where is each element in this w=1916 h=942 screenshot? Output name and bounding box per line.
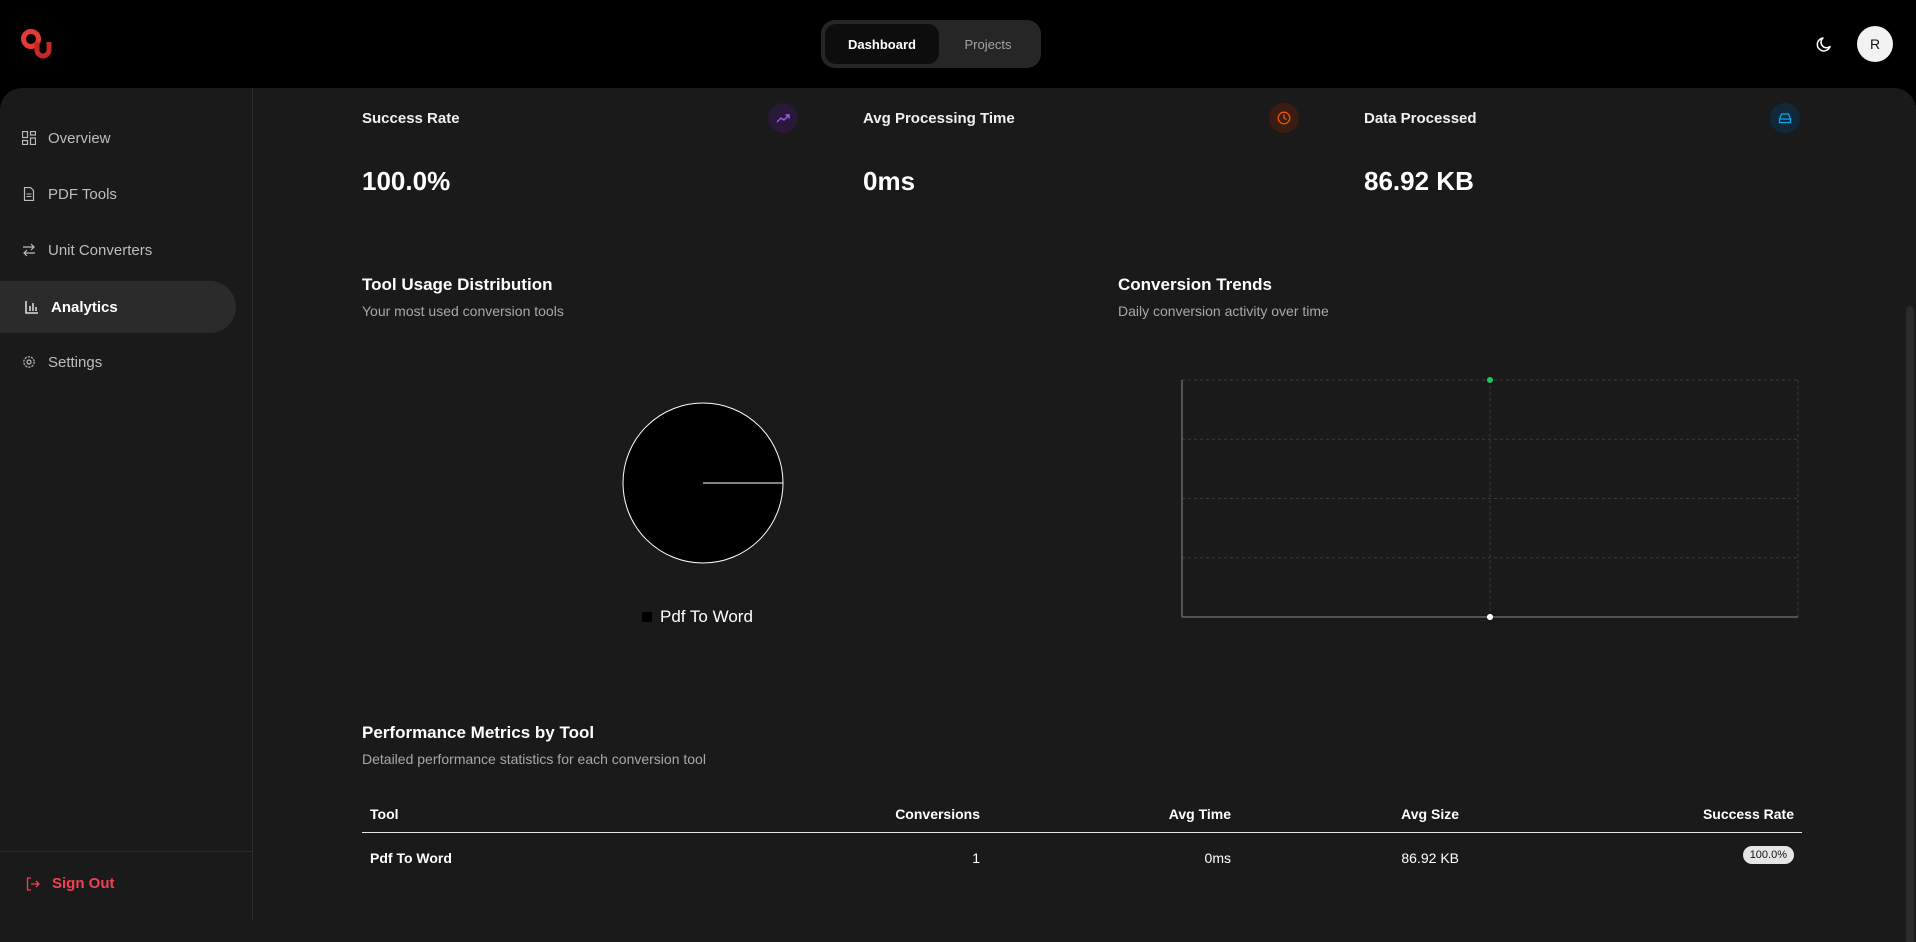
cell-avg-time: 0ms (1204, 850, 1231, 866)
conversion-trends-chart: 00.250.50.751Dec 31FailedSuccessfulTotal (1149, 372, 1799, 638)
cell-tool: Pdf To Word (370, 850, 452, 866)
performance-subtitle: Detailed performance statistics for each… (362, 751, 706, 767)
sidebar-item-overview[interactable]: Overview (0, 112, 236, 164)
stat-value-avg-processing-time: 0ms (863, 166, 916, 196)
table-header-divider (362, 832, 1802, 833)
cell-avg-size: 86.92 KB (1401, 850, 1459, 866)
stat-label-data-processed: Data Processed (1364, 110, 1477, 127)
trends-subtitle: Daily conversion activity over time (1118, 303, 1329, 319)
sidebar-item-label: Overview (48, 129, 111, 147)
column-header-tool[interactable]: Tool (370, 806, 399, 822)
data-point (1487, 614, 1493, 620)
tab-dashboard[interactable]: Dashboard (825, 24, 939, 64)
stat-label-success-rate: Success Rate (362, 110, 460, 127)
sidebar-item-settings[interactable]: Settings (0, 336, 236, 388)
stat-label-avg-processing-time: Avg Processing Time (863, 110, 1015, 127)
avatar[interactable]: R (1857, 26, 1893, 62)
grid-icon (22, 131, 36, 145)
hard-drive-icon (1770, 103, 1800, 133)
gear-icon (23, 356, 35, 368)
performance-title: Performance Metrics by Tool (362, 723, 595, 742)
sidebar-item-label: Settings (48, 353, 103, 371)
top-bar: Dashboard Projects R (0, 0, 1916, 88)
y-tick-label: 0.75 (1149, 431, 1176, 447)
y-tick-label: 0 (1168, 609, 1176, 625)
log-out-icon (26, 876, 40, 891)
column-header-avg-time[interactable]: Avg Time (1169, 806, 1231, 822)
arrows-icon (23, 243, 35, 257)
moon-icon[interactable] (1815, 34, 1835, 54)
sign-out-label: Sign Out (52, 875, 115, 892)
clock-icon (1269, 103, 1299, 133)
sidebar-divider (0, 851, 253, 852)
tool-usage-pie-chart: Pdf To Word 100% Pdf To Word (479, 402, 784, 626)
main-shell: Overview PDF Tools Unit Converters Analy… (0, 88, 1916, 942)
sidebar-item-label: Unit Converters (48, 241, 153, 259)
sign-out-button[interactable]: Sign Out (26, 875, 115, 892)
sidebar-item-label: Analytics (51, 298, 118, 316)
sidebar-item-label: PDF Tools (48, 185, 117, 203)
bar-chart-icon (25, 301, 38, 314)
y-tick-label: 1 (1168, 372, 1176, 388)
tab-projects[interactable]: Projects (939, 24, 1037, 64)
trends-title: Conversion Trends (1118, 275, 1272, 294)
success-rate-badge: 100.0% (1742, 846, 1794, 864)
legend-label: Pdf To Word (660, 607, 753, 626)
app-logo[interactable] (20, 28, 54, 60)
y-tick-label: 0.25 (1149, 550, 1176, 566)
y-tick-label: 0.5 (1157, 491, 1177, 507)
tool-usage-subtitle: Your most used conversion tools (362, 303, 564, 319)
sidebar-item-pdf-tools[interactable]: PDF Tools (0, 168, 236, 220)
stat-value-data-processed: 86.92 KB (1364, 166, 1474, 196)
legend-swatch (642, 612, 652, 622)
sidebar-item-unit-converters[interactable]: Unit Converters (0, 224, 236, 276)
column-header-conversions[interactable]: Conversions (895, 806, 980, 822)
data-point (1487, 377, 1493, 383)
scrollbar[interactable] (1906, 306, 1914, 942)
view-switcher: Dashboard Projects (821, 20, 1041, 68)
sidebar-item-analytics[interactable]: Analytics (0, 281, 236, 333)
column-header-avg-size[interactable]: Avg Size (1401, 806, 1459, 822)
sidebar: Overview PDF Tools Unit Converters Analy… (0, 88, 253, 920)
file-icon (23, 187, 35, 201)
column-header-success-rate[interactable]: Success Rate (1703, 806, 1794, 822)
tool-usage-title: Tool Usage Distribution (362, 275, 553, 294)
pie-slice-label: Pdf To Word 100% (479, 475, 604, 492)
trending-up-icon (768, 103, 798, 133)
cell-conversions: 1 (972, 850, 980, 866)
stat-value-success-rate: 100.0% (362, 166, 451, 196)
x-tick-label: Dec 31 (1468, 622, 1513, 638)
